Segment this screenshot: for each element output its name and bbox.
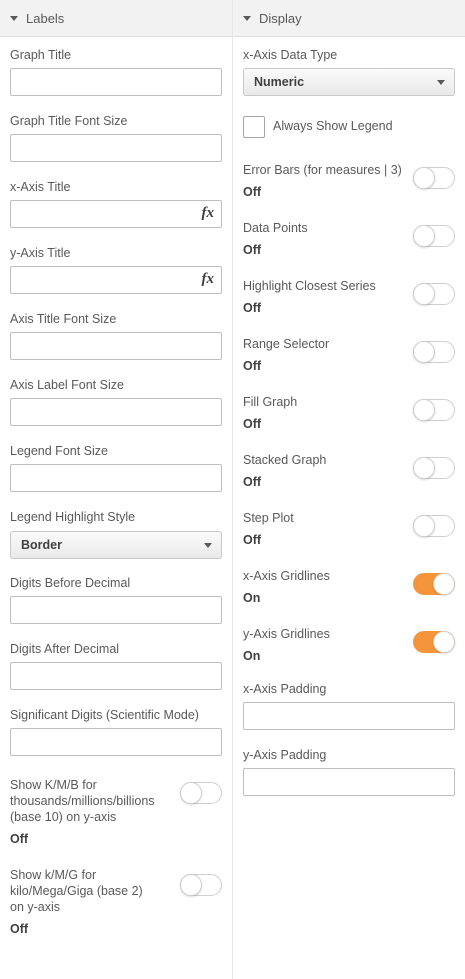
display-toggle: x-Axis Gridlines On [243, 568, 455, 606]
caret-down-icon [10, 16, 18, 21]
error-bars-toggle-switch[interactable] [413, 167, 455, 189]
labels-section-title: Labels [26, 10, 65, 26]
legend-font-size-input[interactable] [10, 464, 222, 492]
data-points-toggle-switch[interactable] [413, 225, 455, 247]
axis-title-font-size-group: Axis Title Font Size [10, 311, 222, 360]
graph-title-font-size-input[interactable] [10, 134, 222, 162]
axis-label-font-size-input[interactable] [10, 398, 222, 426]
toggle-knob [180, 782, 202, 804]
digits-before-decimal-label: Digits Before Decimal [10, 576, 131, 590]
toggle-knob [413, 167, 435, 189]
stacked-graph-toggle-switch[interactable] [413, 457, 455, 479]
expression-fx-icon[interactable]: fx [202, 271, 215, 288]
display-section-header[interactable]: Display [233, 0, 465, 37]
x-axis-padding-group: x-Axis Padding [243, 681, 455, 730]
display-toggle: y-Axis Gridlines On [243, 626, 455, 664]
x-axis-padding-label: x-Axis Padding [243, 682, 327, 696]
toggle-knob [433, 631, 455, 653]
step-plot-toggle-switch[interactable] [413, 515, 455, 537]
kmg-toggle-label: Show k/M/G for kilo/Mega/Giga (base 2) o… [10, 868, 143, 914]
kmg-toggle-state: Off [10, 922, 29, 936]
display-toggle: Stacked Graph Off [243, 452, 455, 490]
y-axis-padding-group: y-Axis Padding [243, 747, 455, 796]
display-toggle: Data Points Off [243, 220, 455, 258]
significant-digits-group: Significant Digits (Scientific Mode) [10, 707, 222, 756]
legend-highlight-style-group: Legend Highlight Style Border [10, 509, 222, 559]
x-axis-title-group: x-Axis Title fx [10, 179, 222, 228]
toggle-knob [413, 457, 435, 479]
x-axis-padding-input[interactable] [243, 702, 455, 730]
chevron-down-icon [437, 80, 445, 85]
always-show-legend-label[interactable]: Always Show Legend [273, 119, 393, 133]
y-axis-gridlines-toggle-switch[interactable] [413, 631, 455, 653]
digits-before-decimal-input[interactable] [10, 596, 222, 624]
toggle-knob [413, 341, 435, 363]
graph-title-label: Graph Title [10, 48, 72, 62]
y-axis-title-group: y-Axis Title fx [10, 245, 222, 294]
graph-title-font-size-group: Graph Title Font Size [10, 113, 222, 162]
x-axis-data-type-select[interactable]: Numeric [243, 68, 455, 96]
significant-digits-input[interactable] [10, 728, 222, 756]
display-toggle: Fill Graph Off [243, 394, 455, 432]
display-toggle: Error Bars (for measures | 3) Off [243, 162, 455, 200]
y-axis-title-input[interactable] [10, 266, 222, 294]
digits-before-decimal-group: Digits Before Decimal [10, 575, 222, 624]
x-axis-title-input[interactable] [10, 200, 222, 228]
graph-title-group: Graph Title [10, 47, 222, 96]
display-toggle: Highlight Closest Series Off [243, 278, 455, 316]
legend-font-size-group: Legend Font Size [10, 443, 222, 492]
kmb-toggle-switch[interactable] [180, 782, 222, 804]
kmg-toggle-switch[interactable] [180, 874, 222, 896]
kmg-toggle-group: Show k/M/G for kilo/Mega/Giga (base 2) o… [10, 867, 222, 937]
caret-down-icon [243, 16, 251, 21]
axis-title-font-size-label: Axis Title Font Size [10, 312, 117, 326]
legend-highlight-style-select[interactable]: Border [10, 531, 222, 559]
graph-title-input[interactable] [10, 68, 222, 96]
legend-highlight-style-label: Legend Highlight Style [10, 510, 136, 524]
x-axis-data-type-group: x-Axis Data Type Numeric [243, 47, 455, 96]
labels-section-header[interactable]: Labels [0, 0, 232, 37]
legend-highlight-style-value: Border [21, 538, 62, 552]
axis-label-font-size-label: Axis Label Font Size [10, 378, 124, 392]
significant-digits-label: Significant Digits (Scientific Mode) [10, 708, 199, 722]
display-toggle: Step Plot Off [243, 510, 455, 548]
legend-font-size-label: Legend Font Size [10, 444, 108, 458]
kmb-toggle-state: Off [10, 832, 29, 846]
toggle-knob [413, 225, 435, 247]
toggle-knob [413, 283, 435, 305]
highlight-closest-series-toggle-switch[interactable] [413, 283, 455, 305]
toggle-knob [433, 573, 455, 595]
y-axis-title-label: y-Axis Title [10, 246, 71, 260]
display-toggle: Range Selector Off [243, 336, 455, 374]
expression-fx-icon[interactable]: fx [202, 205, 215, 222]
digits-after-decimal-input[interactable] [10, 662, 222, 690]
y-axis-padding-label: y-Axis Padding [243, 748, 327, 762]
always-show-legend-checkbox[interactable] [243, 116, 265, 138]
display-section-title: Display [259, 10, 302, 26]
x-axis-data-type-label: x-Axis Data Type [243, 48, 338, 62]
display-panel: Display x-Axis Data Type Numeric Always … [233, 0, 465, 979]
labels-panel: Labels Graph Title Graph Title Font Size… [0, 0, 233, 979]
graph-title-font-size-label: Graph Title Font Size [10, 114, 128, 128]
x-axis-title-label: x-Axis Title [10, 180, 71, 194]
kmb-toggle-label: Show K/M/B for thousands/millions/billio… [10, 778, 155, 824]
axis-title-font-size-input[interactable] [10, 332, 222, 360]
y-axis-padding-input[interactable] [243, 768, 455, 796]
toggle-knob [413, 515, 435, 537]
range-selector-toggle-switch[interactable] [413, 341, 455, 363]
digits-after-decimal-label: Digits After Decimal [10, 642, 120, 656]
toggle-knob [413, 399, 435, 421]
x-axis-data-type-value: Numeric [254, 75, 305, 89]
x-axis-gridlines-toggle-switch[interactable] [413, 573, 455, 595]
chevron-down-icon [204, 543, 212, 548]
digits-after-decimal-group: Digits After Decimal [10, 641, 222, 690]
kmb-toggle-group: Show K/M/B for thousands/millions/billio… [10, 777, 222, 847]
fill-graph-toggle-switch[interactable] [413, 399, 455, 421]
axis-label-font-size-group: Axis Label Font Size [10, 377, 222, 426]
toggle-knob [180, 874, 202, 896]
